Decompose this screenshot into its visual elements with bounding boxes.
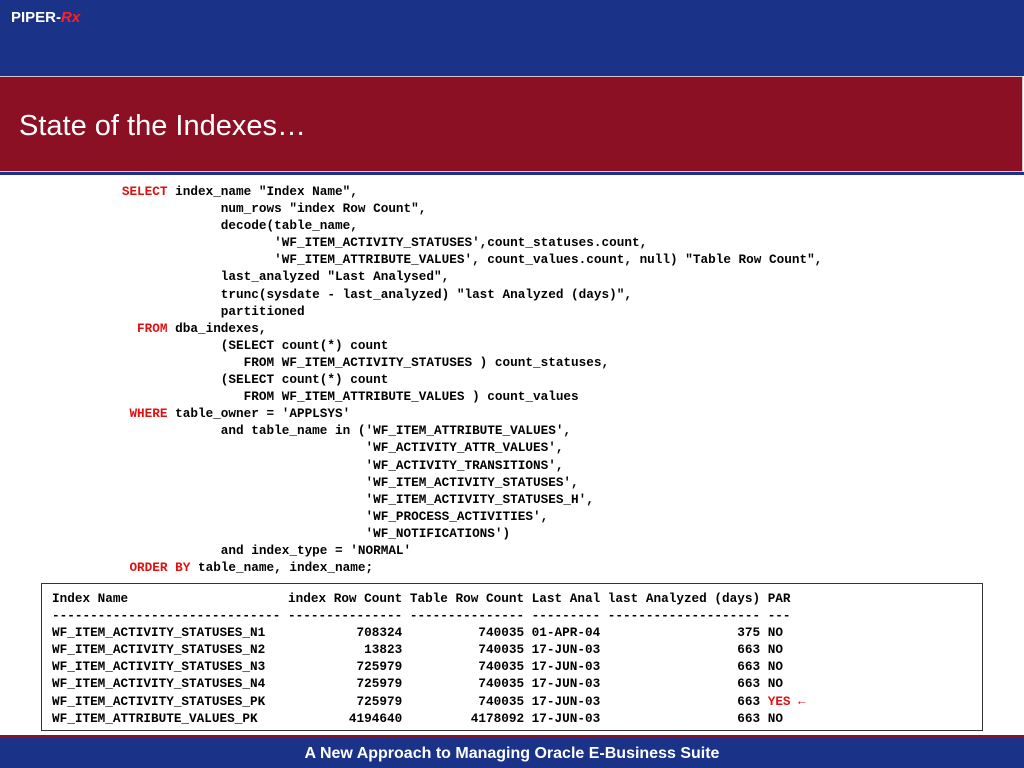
sql-text: 'WF_ITEM_ATTRIBUTE_VALUES', count_values… xyxy=(167,252,823,268)
table-row: WF_ITEM_ATTRIBUTE_VALUES_PK 4194640 4178… xyxy=(52,711,783,726)
title-separator xyxy=(0,172,1024,175)
partitioned-flag: NO xyxy=(767,625,783,641)
sql-text: last_analyzed "Last Analysed", xyxy=(167,269,450,285)
sql-text: trunc(sysdate - last_analyzed) "last Ana… xyxy=(167,286,632,302)
query-result: Index Name index Row Count Table Row Cou… xyxy=(52,590,806,727)
sql-text: and table_name in ('WF_ITEM_ATTRIBUTE_VA… xyxy=(167,423,572,439)
sql-keyword: WHERE xyxy=(121,406,168,422)
sql-text: (SELECT count(*) count xyxy=(167,372,389,388)
sql-keyword: ORDER BY xyxy=(121,560,191,576)
sql-text: 'WF_NOTIFICATIONS') xyxy=(167,525,511,541)
sql-text: FROM WF_ITEM_ATTRIBUTE_VALUES ) count_va… xyxy=(167,389,579,405)
sql-line: ORDER BY table_name, index_name; xyxy=(0,560,373,575)
table-row: WF_ITEM_ACTIVITY_STATUSES_N2 13823 74003… xyxy=(52,642,783,657)
sql-query: SELECT index_name "Index Name", num_rows… xyxy=(0,183,822,576)
sql-text: 'WF_PROCESS_ACTIVITIES', xyxy=(167,508,549,524)
sql-line: (SELECT count(*) count xyxy=(0,372,389,388)
top-banner: PIPER-Rx xyxy=(0,0,1024,76)
sql-line: 'WF_ITEM_ACTIVITY_STATUSES',count_status… xyxy=(0,235,647,250)
partitioned-flag: NO xyxy=(767,676,783,692)
sql-line: decode(table_name, xyxy=(0,218,358,233)
sql-line: 'WF_PROCESS_ACTIVITIES', xyxy=(0,509,548,524)
sql-text: 'WF_ITEM_ACTIVITY_STATUSES', xyxy=(167,474,579,490)
sql-line: trunc(sysdate - last_analyzed) "last Ana… xyxy=(0,287,632,302)
sql-text: partitioned xyxy=(167,303,305,319)
sql-line: FROM WF_ITEM_ACTIVITY_STATUSES ) count_s… xyxy=(0,355,609,370)
sql-text: 'WF_ITEM_ACTIVITY_STATUSES_H', xyxy=(167,491,594,507)
sql-line: and table_name in ('WF_ITEM_ATTRIBUTE_VA… xyxy=(0,423,571,438)
sql-line: num_rows "index Row Count", xyxy=(0,201,427,217)
row-values: WF_ITEM_ACTIVITY_STATUSES_PK 725979 7400… xyxy=(52,693,768,709)
table-row: WF_ITEM_ACTIVITY_STATUSES_PK 725979 7400… xyxy=(52,694,806,709)
row-values: WF_ITEM_ACTIVITY_STATUSES_N4 725979 7400… xyxy=(52,676,768,692)
footer-text: A New Approach to Managing Oracle E-Busi… xyxy=(304,745,720,762)
brand-main: PIPER- xyxy=(11,9,62,26)
title-banner: State of the Indexes… xyxy=(0,76,1023,172)
sql-line: 'WF_ITEM_ACTIVITY_STATUSES_H', xyxy=(0,491,594,507)
sql-text: decode(table_name, xyxy=(167,218,358,234)
row-values: WF_ITEM_ACTIVITY_STATUSES_N1 708324 7400… xyxy=(52,625,768,641)
sql-line: FROM WF_ITEM_ATTRIBUTE_VALUES ) count_va… xyxy=(0,389,579,404)
sql-text: index_name "Index Name", xyxy=(167,184,358,199)
sql-text: table_owner = 'APPLSYS' xyxy=(167,406,351,422)
slide-title: State of the Indexes… xyxy=(19,110,306,142)
sql-line: 'WF_NOTIFICATIONS') xyxy=(0,526,510,541)
sql-keyword: SELECT xyxy=(121,184,168,199)
sql-text: dba_indexes, xyxy=(167,320,267,336)
table-row: WF_ITEM_ACTIVITY_STATUSES_N3 725979 7400… xyxy=(52,659,783,674)
sql-line: SELECT index_name "Index Name", xyxy=(0,184,358,199)
brand-logo: PIPER-Rx xyxy=(11,9,80,26)
table-row: WF_ITEM_ACTIVITY_STATUSES_N4 725979 7400… xyxy=(52,676,783,691)
partitioned-flag: NO xyxy=(767,642,783,658)
sql-line: 'WF_ACTIVITY_ATTR_VALUES', xyxy=(0,440,563,455)
sql-text: num_rows "index Row Count", xyxy=(167,201,427,217)
sql-text: 'WF_ACTIVITY_ATTR_VALUES', xyxy=(167,440,564,456)
sql-line: last_analyzed "Last Analysed", xyxy=(0,269,449,284)
sql-keyword: FROM xyxy=(121,320,168,336)
sql-line: 'WF_ITEM_ATTRIBUTE_VALUES', count_values… xyxy=(0,252,822,267)
sql-text: 'WF_ITEM_ACTIVITY_STATUSES',count_status… xyxy=(167,235,648,251)
sql-text: table_name, index_name; xyxy=(190,560,374,576)
sql-line: (SELECT count(*) count xyxy=(0,337,389,353)
partitioned-flag: NO xyxy=(767,659,783,675)
partitioned-flag: NO xyxy=(767,710,783,726)
sql-line: WHERE table_owner = 'APPLSYS' xyxy=(0,406,350,421)
sql-line: 'WF_ACTIVITY_TRANSITIONS', xyxy=(0,458,563,473)
row-values: WF_ITEM_ACTIVITY_STATUSES_N3 725979 7400… xyxy=(52,659,768,675)
result-underline: ------------------------------ ---------… xyxy=(52,608,791,624)
bottom-banner: A New Approach to Managing Oracle E-Busi… xyxy=(0,735,1024,768)
brand-rx: Rx xyxy=(61,9,81,26)
sql-line: FROM dba_indexes, xyxy=(0,320,267,336)
row-values: WF_ITEM_ATTRIBUTE_VALUES_PK 4194640 4178… xyxy=(52,710,768,726)
partitioned-flag-yes: YES xyxy=(767,693,791,709)
sql-text: and index_type = 'NORMAL' xyxy=(167,542,412,558)
sql-text: FROM WF_ITEM_ACTIVITY_STATUSES ) count_s… xyxy=(167,354,610,370)
result-header: Index Name index Row Count Table Row Cou… xyxy=(52,591,791,606)
sql-line: partitioned xyxy=(0,304,305,319)
sql-text: 'WF_ACTIVITY_TRANSITIONS', xyxy=(167,457,564,473)
sql-line: 'WF_ITEM_ACTIVITY_STATUSES', xyxy=(0,474,579,490)
arrow-left-icon: ← xyxy=(790,693,806,709)
query-result-box: Index Name index Row Count Table Row Cou… xyxy=(41,583,983,731)
sql-line: and index_type = 'NORMAL' xyxy=(0,543,411,558)
sql-text: (SELECT count(*) count xyxy=(167,337,389,353)
row-values: WF_ITEM_ACTIVITY_STATUSES_N2 13823 74003… xyxy=(52,642,768,658)
table-row: WF_ITEM_ACTIVITY_STATUSES_N1 708324 7400… xyxy=(52,625,783,640)
